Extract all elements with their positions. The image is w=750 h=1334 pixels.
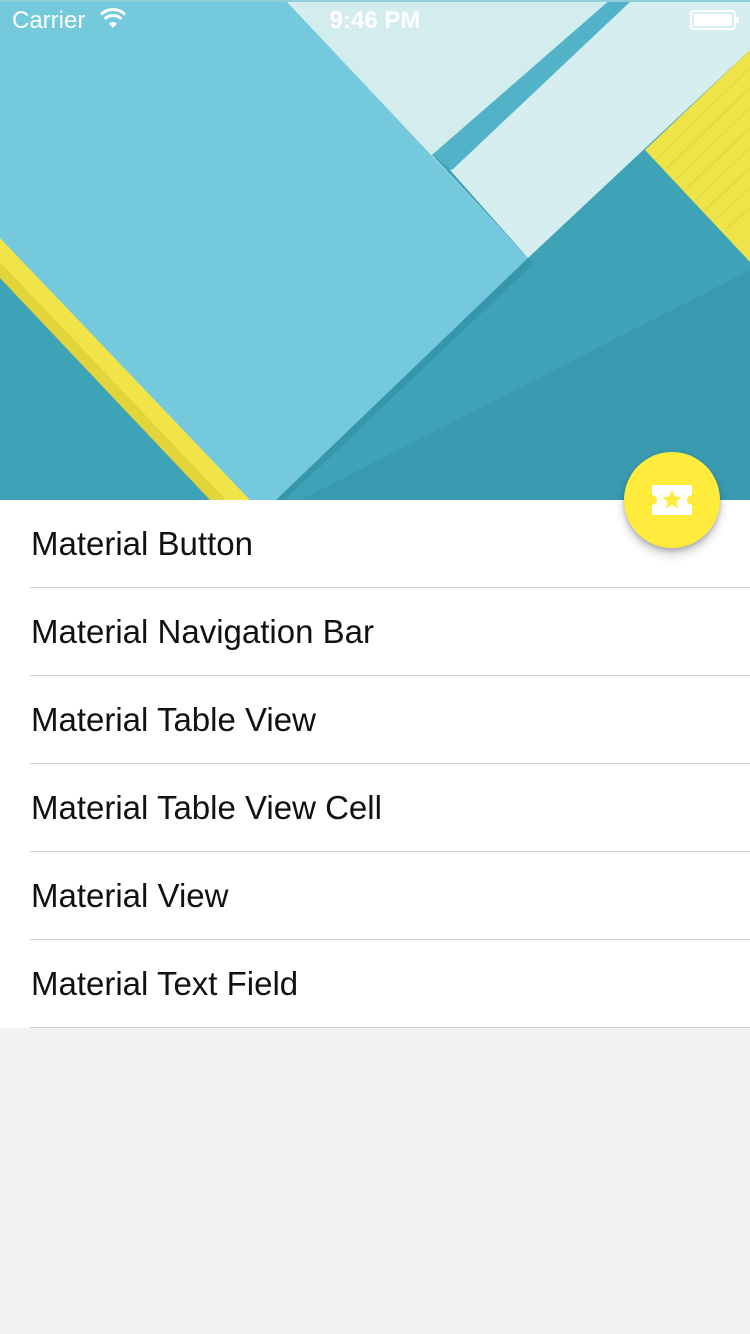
row-label: Material Button [31, 525, 253, 562]
table-row-material-text-field[interactable]: Material Text Field [0, 940, 750, 1028]
app-screen: Carrier 9:46 PM Material Button Material… [0, 0, 750, 1334]
row-label: Material Table View Cell [31, 789, 382, 826]
row-label: Material View [31, 877, 229, 914]
table-row-material-navigation-bar[interactable]: Material Navigation Bar [0, 588, 750, 676]
table-row-material-table-view[interactable]: Material Table View [0, 676, 750, 764]
floating-action-button[interactable] [624, 452, 720, 548]
row-label: Material Table View [31, 701, 316, 738]
table-row-material-view[interactable]: Material View [0, 852, 750, 940]
header-image [0, 0, 750, 500]
ticket-star-icon [652, 485, 692, 515]
table-view: Material Button Material Navigation Bar … [0, 500, 750, 1028]
battery-icon [690, 10, 740, 32]
status-bar: Carrier 9:46 PM [0, 0, 750, 40]
row-label: Material Navigation Bar [31, 613, 374, 650]
status-time: 9:46 PM [329, 7, 421, 34]
row-separator [30, 1027, 750, 1028]
row-label: Material Text Field [31, 965, 299, 1002]
table-row-material-table-view-cell[interactable]: Material Table View Cell [0, 764, 750, 852]
